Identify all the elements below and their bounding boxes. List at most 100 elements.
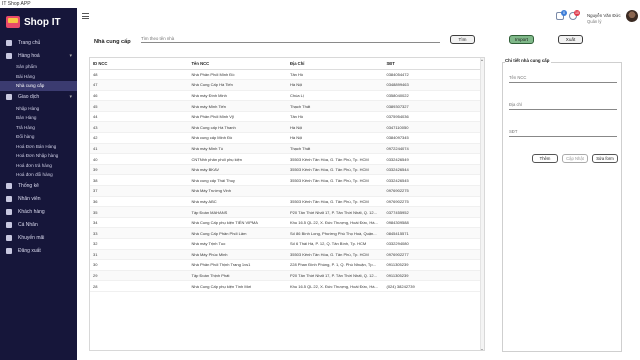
sidebar-item-label: Thống kê xyxy=(18,183,39,189)
cell-address: Tân Hồ xyxy=(287,69,384,81)
cell-name: Nhà máy BKAV xyxy=(188,164,287,176)
sidebar-item-label: Hàng hoá xyxy=(18,52,40,59)
cell-phone: 0384097345 xyxy=(383,132,484,144)
sidebar-subitem-tra-hang[interactable]: Trả Hàng xyxy=(0,123,77,133)
table-row[interactable]: 43 Nhà Cung cấp Hà Thanh Hà Nội 0347110050 xyxy=(90,121,484,134)
notification-badge: 10 xyxy=(574,10,580,16)
edit-form-button[interactable]: Sửa form xyxy=(592,154,618,163)
sidebar-item-giao-dich[interactable]: Giao dịch ▾ xyxy=(0,91,77,104)
column-header-phone[interactable]: SĐT xyxy=(383,58,484,70)
table-scrollbar[interactable]: ▲ ▼ xyxy=(480,58,484,350)
table-row[interactable]: 36 Nhà máy ABC 35503 Kênh Tân Hóa, G. Tân … xyxy=(90,196,484,208)
sidebar-item-label: Đăng xuất xyxy=(18,248,41,254)
table-row[interactable]: 40 CNTNhh phân phối phụ kiện 35503 Kênh Tâ… xyxy=(90,153,484,165)
table-row[interactable]: 37 Nhà Máy Trường Vinh 0976902275 xyxy=(90,185,484,197)
table-row[interactable]: 38 Nhà cung cấp Thái Thuỵ 35503 Kênh Tân H… xyxy=(90,174,484,187)
cell-name: Nhà Cung Cấp phụ kiện TIẾN VIPMA xyxy=(188,217,287,229)
table-row[interactable]: 31 Nhà Máy Phúc Minh 35503 Kênh Tân Hóa, G… xyxy=(90,249,484,261)
sidebar-subitem-nha-cung-cap[interactable]: Nhà cung cấp xyxy=(0,81,77,91)
cell-address: P20 Tân Thời Nhất 17, P. Tân Thới Nhất, … xyxy=(287,206,384,218)
cell-address: Hà Nội xyxy=(287,132,384,144)
table-row[interactable]: 39 Nhà máy BKAV 35503 Kênh Tân Hóa, G. Tân… xyxy=(90,164,484,176)
scroll-up-icon[interactable]: ▲ xyxy=(480,58,484,62)
add-button[interactable]: Thêm xyxy=(532,154,558,163)
table-row[interactable]: 35 Tập Đoàn MAHANS P20 Tân Thời Nhất 17, P… xyxy=(90,206,484,218)
supplier-name-field[interactable] xyxy=(509,73,617,83)
table-row[interactable]: 32 Nhà máy Trịnh Tuo Số 6 Thái Hà, P. 12, … xyxy=(90,238,484,250)
sidebar-item-nhan-vien[interactable]: Nhân viên xyxy=(0,193,77,206)
cell-address: Khu 16.5 QL 22, X. Đức Thượng, Hoài Đức,… xyxy=(287,217,384,229)
cell-id: 29 xyxy=(90,270,189,282)
chevron-down-icon[interactable]: ▾ xyxy=(69,53,72,59)
sidebar-item-dang-xuat[interactable]: Đăng xuất xyxy=(0,245,77,258)
table-row[interactable]: 29 Tập Đoàn Thịnh Phát P20 Tân Thời Nhất 1… xyxy=(90,270,484,282)
sidebar-subitem-nhap-hang[interactable]: Nhập Hàng xyxy=(0,104,77,114)
supplier-address-field[interactable] xyxy=(509,100,617,110)
sidebar-subitem-san-pham[interactable]: Sản phẩm xyxy=(0,62,77,72)
cell-phone: (024) 38242739 xyxy=(383,280,484,292)
table-body: 48 Nhà Phân Phối Minh Đồ Tân Hồ 0384054472 4… xyxy=(90,69,484,292)
cell-id: 40 xyxy=(90,153,189,165)
table-row[interactable]: 44 Nhà Phân Phối Minh Vỹ Tân Hồ 0375954036 xyxy=(90,111,484,123)
table-row[interactable]: 28 Nhà Cung Cấp phụ kiện Tính Mơi Khu 16.5… xyxy=(90,280,484,292)
cell-phone: 0375954036 xyxy=(383,111,484,123)
cell-phone: 0976902275 xyxy=(383,185,484,197)
cart-icon[interactable]: 0 xyxy=(556,10,567,20)
cell-id: 30 xyxy=(90,259,189,271)
import-button[interactable]: Import xyxy=(509,35,534,44)
sidebar-item-thong-ke[interactable]: Thống kê xyxy=(0,180,77,193)
table-row[interactable]: 41 Nhà máy Minh Tú Thạch Thất 0972244074 xyxy=(90,143,484,155)
sidebar-item-khach-hang[interactable]: Khách hàng xyxy=(0,206,77,219)
sidebar-item-khuyen-mai[interactable]: Khuyến mãi xyxy=(0,232,77,245)
sidebar-subitem-hoa-don-ban-hang[interactable]: Hoá Đơn Bán Hàng xyxy=(0,142,77,152)
sidebar-subitem-bai-hang[interactable]: Bài Hàng xyxy=(0,72,77,82)
chevron-down-icon[interactable]: ▾ xyxy=(69,94,72,100)
table-row[interactable]: 45 Nhà máy Minh Tiến Thạch Thất 0389307327 xyxy=(90,100,484,112)
table-row[interactable]: 42 Nhà cung cấp Minh Đồ Hà Nội 0384097345 xyxy=(90,132,484,144)
export-button[interactable]: Xuất xyxy=(558,35,583,44)
cell-address: Thạch Thất xyxy=(287,143,384,155)
cell-id: 45 xyxy=(90,100,189,112)
sidebar-item-trang-chu[interactable]: Trang chủ xyxy=(0,36,77,49)
sidebar-item-hang-hoa[interactable]: Hàng hoá ▾ xyxy=(0,49,77,62)
cell-name: Nhà cung cấp Thái Thuỵ xyxy=(188,174,287,187)
sidebar-subitem-hoa-don-tra-hang[interactable]: Hoá đơn trả hàng xyxy=(0,161,77,171)
sidebar-item-label: Trang chủ xyxy=(18,39,41,46)
update-button[interactable]: Cập Nhật xyxy=(562,154,588,163)
brand: Shop IT xyxy=(0,8,77,36)
table-row[interactable]: 33 Nhà Cung Cấp Phân Phối Lâm Số 86 Bình L… xyxy=(90,227,484,239)
table-row[interactable]: 46 Nhà máy Đình Minh Chùa Lị 0358040022 xyxy=(90,90,484,102)
avatar[interactable] xyxy=(626,10,638,22)
sidebar-item-ca-nhan[interactable]: Cá Nhân xyxy=(0,219,77,232)
bell-icon[interactable]: 10 xyxy=(569,10,580,20)
sidebar-subitem-doi-hang[interactable]: Đổi hàng xyxy=(0,132,77,142)
sidebar-subitem-ban-hang[interactable]: Bán Hàng xyxy=(0,113,77,123)
cell-phone: 0347110050 xyxy=(383,121,484,134)
cell-address: 228 Phan Đình Phùng, P. 1, Q. Phú Nhuận,… xyxy=(287,259,384,271)
column-header-address[interactable]: Địa Chỉ xyxy=(287,58,384,70)
cell-address: 35503 Kênh Tân Hóa, G. Tân Phú, Tp. HCM xyxy=(287,174,384,187)
column-header-name[interactable]: Tên NCC xyxy=(188,58,287,70)
search-button[interactable]: Tìm xyxy=(450,35,475,44)
sidebar-subitem-hoa-don-doi-hang[interactable]: Hoá đơn đổi hàng xyxy=(0,170,77,180)
cell-phone: 0976902275 xyxy=(383,196,484,208)
cell-address: Số 6 Thái Hà, P. 12, Q. Tân Bình, Tp. HC… xyxy=(287,238,384,250)
cell-id: 47 xyxy=(90,79,189,91)
table-row[interactable]: 34 Nhà Cung Cấp phụ kiện TIẾN VIPMA Khu 16… xyxy=(90,217,484,229)
supplier-phone-field[interactable] xyxy=(509,127,617,137)
sidebar-subitem-hoa-don-nhap-hang[interactable]: Hoá Đơn Nhập hàng xyxy=(0,151,77,161)
cell-phone: 0972244074 xyxy=(383,143,484,155)
column-header-id[interactable]: ID NCC xyxy=(90,58,189,70)
table-row[interactable]: 47 Nhà Cung Cấp Hà Tiến Hà Nội 0348899463 xyxy=(90,79,484,91)
table-row[interactable]: 30 Nhà Phân Phối Thịnh Trang 1vs1 228 Phan… xyxy=(90,259,484,271)
table-row[interactable]: 48 Nhà Phân Phối Minh Đồ Tân Hồ 0384054472 xyxy=(90,69,484,81)
cell-address: 35503 Kênh Tân Hóa, G. Tân Phú, Tp. HCM xyxy=(287,196,384,208)
search-input[interactable] xyxy=(141,35,440,43)
scroll-down-icon[interactable]: ▼ xyxy=(480,348,484,350)
sidebar-item-label: Khách hàng xyxy=(18,209,45,215)
cell-address: 35503 Kênh Tân Hóa, G. Tân Phú, Tp. HCM xyxy=(287,153,384,165)
cell-phone: 0976902277 xyxy=(383,249,484,261)
cell-id: 43 xyxy=(90,121,189,134)
cell-id: 48 xyxy=(90,69,189,81)
menu-icon[interactable] xyxy=(82,13,89,19)
